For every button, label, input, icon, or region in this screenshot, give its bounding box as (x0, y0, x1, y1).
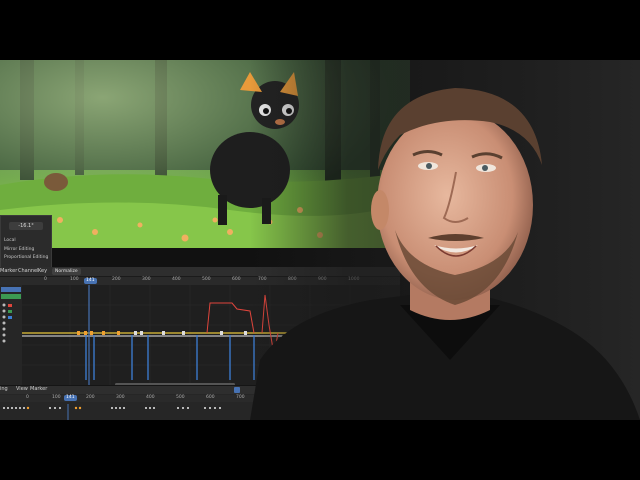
n-sidebar-panel: -16.1° Local Mirror Editing Proportional… (0, 215, 52, 269)
ruler-tick: 500 (176, 395, 185, 400)
ruler-tick: 0 (44, 277, 47, 282)
channel-icons (1, 287, 21, 343)
menu-editing[interactable]: ing (0, 386, 8, 392)
proportional-editing-option[interactable]: Proportional Editing (4, 255, 48, 260)
menu-view[interactable]: View (16, 386, 28, 392)
menu-channel[interactable]: Channel (18, 268, 39, 274)
ruler-tick: 400 (172, 277, 181, 282)
ruler-tick: 300 (142, 277, 151, 282)
ruler-tick: 200 (86, 395, 95, 400)
ruler-tick: 500 (202, 277, 211, 282)
current-frame-indicator[interactable]: 141 (64, 395, 77, 401)
ruler-tick: 100 (70, 277, 79, 282)
channel-list[interactable] (0, 285, 22, 385)
video-frame: -16.1° Local Mirror Editing Proportional… (0, 60, 640, 420)
ruler-tick: 300 (116, 395, 125, 400)
ruler-tick: 100 (52, 395, 61, 400)
menu-marker[interactable]: Marker (30, 386, 47, 392)
ruler-tick: 0 (26, 395, 29, 400)
ruler-tick: 700 (236, 395, 245, 400)
menu-key[interactable]: Key (38, 268, 47, 274)
current-frame-indicator[interactable]: 141 (84, 278, 97, 284)
filter-icon[interactable] (234, 387, 240, 393)
ruler-tick: 200 (112, 277, 121, 282)
mirror-editing-option[interactable]: Mirror Editing (4, 247, 34, 252)
speaker-person (250, 60, 640, 420)
rotation-value-field[interactable]: -16.1° (9, 222, 43, 230)
ruler-tick: 400 (146, 395, 155, 400)
mode-dropdown[interactable]: Local (4, 238, 16, 243)
menu-marker[interactable]: Marker (0, 268, 17, 274)
ruler-tick: 600 (232, 277, 241, 282)
speaker-portrait (250, 60, 640, 420)
ruler-tick: 600 (206, 395, 215, 400)
normalize-toggle[interactable]: Normalize (52, 268, 81, 275)
